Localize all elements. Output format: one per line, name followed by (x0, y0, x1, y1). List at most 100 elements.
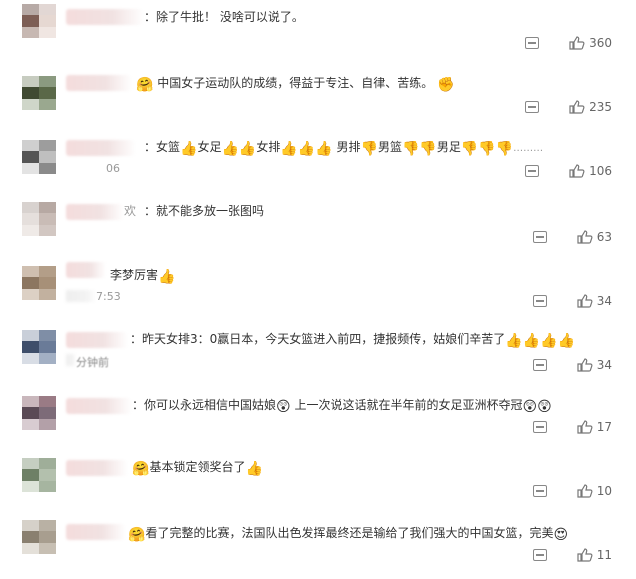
comment-icon[interactable] (532, 231, 547, 243)
comment-icon[interactable] (525, 165, 540, 177)
avatar[interactable] (22, 4, 56, 38)
comment-item: 🤗基本锁定领奖台了👍 10 (0, 452, 636, 512)
avatar-pixel (39, 98, 56, 110)
thumbs-down-emoji-icon: 👎 (495, 141, 514, 157)
comment-text-body-2: 上一次说这话就在半年前的女足亚洲杯夺冠 (294, 398, 523, 412)
like-count: 34 (596, 358, 612, 372)
thumbs-up-icon (577, 230, 593, 244)
comment-text-body: ：昨天女排3：0赢日本，今天女篮进入前四，捷报频传，姑娘们辛苦了 (130, 332, 506, 346)
comment-item: 🤗看了完整的比赛，法国队出色发挥最终还是输给了我们强大的中国女篮，完美😍 11 (0, 516, 636, 579)
username-blurred[interactable] (66, 332, 128, 348)
comment-icon[interactable] (532, 295, 547, 307)
text-ellipsis: ……… (513, 143, 544, 154)
avatar-pixel (22, 151, 39, 163)
text-segment: 男篮 (377, 140, 402, 154)
comment-text: 🤗 中国女子运动队的成绩，得益于专注、自律、苦练。 ✊ (136, 74, 455, 93)
thumbs-up-emoji-icon: 👍 (315, 141, 333, 157)
comment-text: 李梦厉害👍 (110, 266, 175, 285)
thumbs-down-emoji-icon: 👎 (401, 141, 420, 157)
hug-emoji-icon: 🤗 (132, 461, 150, 477)
avatar-pixel (22, 418, 39, 430)
avatar-pixel (22, 162, 39, 174)
comment-actions: 360 (525, 36, 612, 50)
avatar-pixel (22, 469, 39, 481)
comment-icon[interactable] (525, 37, 540, 49)
avatar-pixel (22, 352, 39, 364)
comment-text-body: 基本锁定领奖台了 (149, 460, 246, 474)
avatar-pixel (22, 15, 39, 27)
timestamp-blurred (66, 354, 76, 366)
avatar[interactable] (22, 202, 56, 236)
username-blurred[interactable] (66, 204, 124, 220)
avatar[interactable] (22, 458, 56, 492)
avatar-pixel (39, 542, 56, 554)
username-blurred[interactable] (66, 140, 136, 156)
thumbs-up-icon (577, 358, 593, 372)
like-button[interactable]: 235 (569, 100, 612, 114)
avatar-pixel (22, 288, 39, 300)
username-blurred[interactable] (66, 398, 132, 414)
avatar[interactable] (22, 330, 56, 364)
smiling-face-emoji-icon: 😍 (553, 527, 569, 543)
comment-text-body: 看了完整的比赛，法国队出色发挥最终还是输给了我们强大的中国女篮，完美 (145, 526, 554, 540)
avatar-pixel (39, 76, 56, 88)
hug-emoji-icon: 🤗 (136, 77, 154, 93)
comment-icon[interactable] (532, 485, 547, 497)
thumbs-up-emoji-icon: 👍 (505, 333, 523, 349)
avatar-pixel (22, 76, 39, 88)
avatar-pixel (39, 162, 56, 174)
username-blurred[interactable] (66, 9, 144, 25)
avatar[interactable] (22, 266, 56, 300)
comment-item: 06 ：女篮👍女足👍👍女排👍👍👍 男排👎男篮👎👎男足👎👎👎……… 106 (0, 130, 636, 190)
avatar[interactable] (22, 396, 56, 430)
like-button[interactable]: 63 (577, 230, 612, 244)
like-button[interactable]: 106 (569, 164, 612, 178)
comment-icon[interactable] (532, 359, 547, 371)
comment-actions: 34 (532, 294, 612, 308)
like-count: 235 (589, 100, 612, 114)
comment-item: 李梦厉害👍 7:53 34 (0, 260, 636, 320)
hug-emoji-icon: 🤗 (128, 527, 146, 543)
like-button[interactable]: 34 (577, 358, 612, 372)
like-button[interactable]: 10 (577, 484, 612, 498)
avatar-pixel (39, 277, 56, 289)
username-blurred[interactable] (66, 262, 106, 278)
avatar-pixel (22, 407, 39, 419)
like-button[interactable]: 17 (577, 420, 612, 434)
thumbs-down-emoji-icon: 👎 (419, 141, 437, 157)
avatar-pixel (39, 330, 56, 342)
like-button[interactable]: 360 (569, 36, 612, 50)
avatar-pixel (39, 352, 56, 364)
like-button[interactable]: 34 (577, 294, 612, 308)
avatar-pixel (22, 458, 39, 470)
thumbs-up-icon (569, 164, 585, 178)
comment-actions: 10 (532, 484, 612, 498)
avatar-pixel (22, 480, 39, 492)
timestamp: 7:53 (96, 290, 121, 303)
avatar-pixel (39, 4, 56, 16)
avatar[interactable] (22, 76, 56, 110)
avatar-pixel (39, 531, 56, 543)
thumbs-up-emoji-icon: 👍 (238, 141, 257, 157)
avatar-pixel (39, 407, 56, 419)
thumbs-up-emoji-icon: 👍 (280, 141, 298, 157)
comment-icon[interactable] (532, 421, 547, 433)
comment-icon[interactable] (525, 101, 540, 113)
wow-emoji-icon: 😲 (537, 399, 552, 415)
username-blurred[interactable] (66, 75, 132, 91)
like-button[interactable]: 11 (577, 548, 612, 562)
avatar-pixel (22, 213, 39, 225)
avatar-pixel (39, 480, 56, 492)
thumbs-up-icon (577, 484, 593, 498)
avatar[interactable] (22, 520, 56, 554)
like-count: 63 (596, 230, 612, 244)
thumbs-up-icon (577, 294, 593, 308)
comment-icon[interactable] (532, 549, 547, 561)
avatar[interactable] (22, 140, 56, 174)
thumbs-up-emoji-icon: 👍 (221, 141, 239, 157)
username-blurred[interactable] (66, 460, 128, 476)
username-blurred[interactable] (66, 524, 126, 540)
comment-text-body: ：你可以永远相信中国姑娘 (132, 398, 277, 412)
comment-text-body: 李梦厉害 (110, 268, 159, 282)
comment-item: ：除了牛批！ 没啥可以说了。 360 (0, 0, 636, 60)
